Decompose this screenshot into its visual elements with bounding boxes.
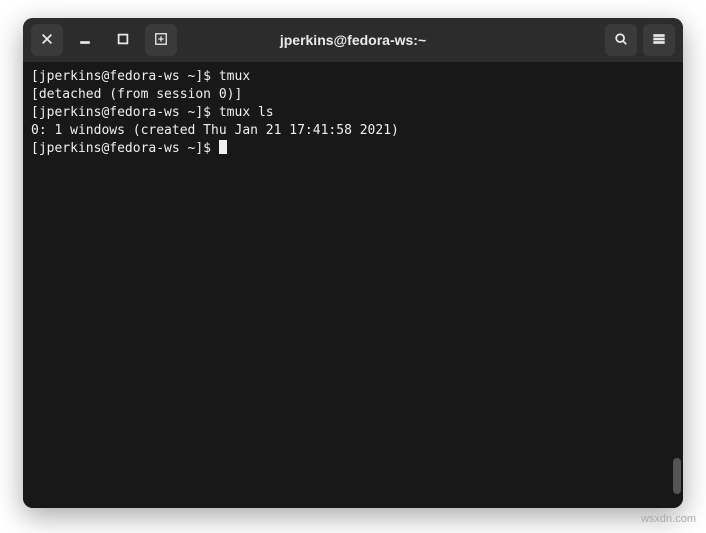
terminal-prompt: [jperkins@fedora-ws ~]$ xyxy=(31,141,219,156)
titlebar: jperkins@fedora-ws:~ xyxy=(23,18,683,62)
minimize-button[interactable] xyxy=(69,24,101,56)
watermark-text: wsxdn.com xyxy=(641,513,696,525)
cursor-icon xyxy=(219,140,227,154)
maximize-button[interactable] xyxy=(107,24,139,56)
search-icon xyxy=(614,32,628,49)
terminal-line: [jperkins@fedora-ws ~]$ tmux ls xyxy=(31,104,677,122)
scrollbar-track[interactable] xyxy=(673,112,681,500)
terminal-content[interactable]: [jperkins@fedora-ws ~]$ tmux [detached (… xyxy=(23,62,683,508)
new-tab-icon xyxy=(154,32,168,49)
terminal-prompt-line: [jperkins@fedora-ws ~]$ xyxy=(31,140,677,158)
terminal-line: [detached (from session 0)] xyxy=(31,86,677,104)
terminal-window: jperkins@fedora-ws:~ [jperkins@fedora-ws… xyxy=(23,18,683,508)
hamburger-icon xyxy=(652,32,666,49)
terminal-line: [jperkins@fedora-ws ~]$ tmux xyxy=(31,68,677,86)
titlebar-left-controls xyxy=(31,24,177,56)
maximize-icon xyxy=(116,32,130,49)
titlebar-right-controls xyxy=(605,24,675,56)
terminal-line: 0: 1 windows (created Thu Jan 21 17:41:5… xyxy=(31,122,677,140)
scrollbar-thumb[interactable] xyxy=(673,458,681,494)
search-button[interactable] xyxy=(605,24,637,56)
close-icon xyxy=(40,32,54,49)
menu-button[interactable] xyxy=(643,24,675,56)
close-button[interactable] xyxy=(31,24,63,56)
minimize-icon xyxy=(78,32,92,49)
new-tab-button[interactable] xyxy=(145,24,177,56)
